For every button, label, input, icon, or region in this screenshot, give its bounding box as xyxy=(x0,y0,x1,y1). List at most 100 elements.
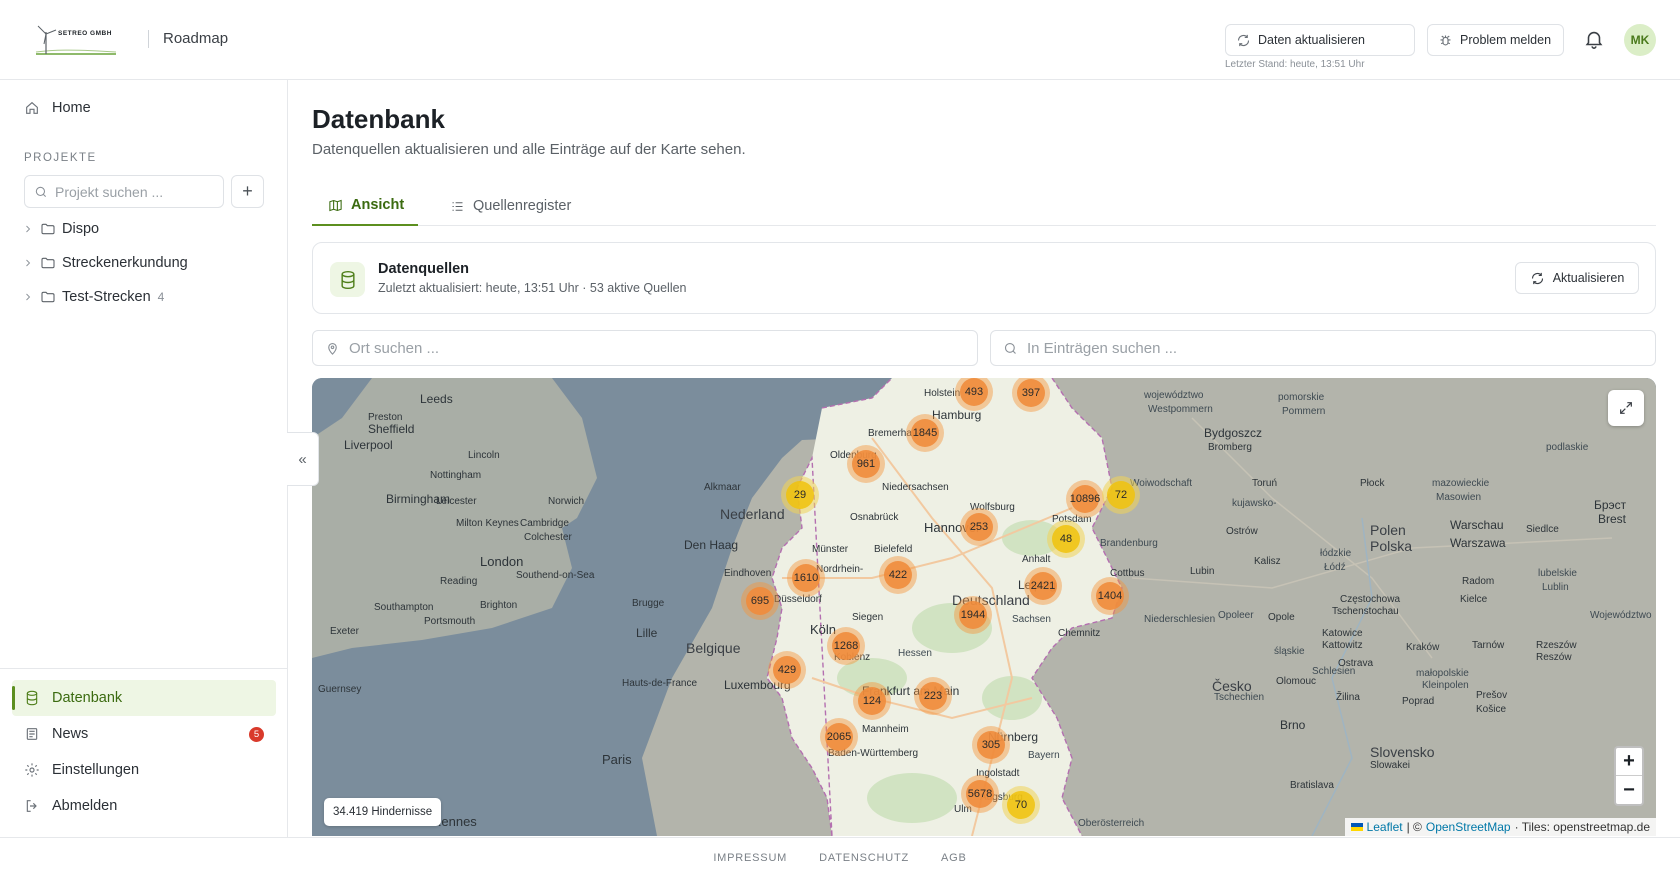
add-project-button[interactable]: + xyxy=(231,175,264,208)
map-cluster-marker[interactable]: 124 xyxy=(853,682,891,720)
collapse-sidebar-button[interactable]: « xyxy=(287,432,319,486)
database-icon xyxy=(330,262,365,297)
project-search-input[interactable]: Projekt suchen ... xyxy=(24,175,224,208)
map-cluster-marker[interactable]: 253 xyxy=(960,508,998,546)
tab-quellenregister[interactable]: Quellenregister xyxy=(438,186,571,226)
map-cluster-marker[interactable]: 1610 xyxy=(787,559,825,597)
map-cluster-marker[interactable]: 70 xyxy=(1002,786,1040,824)
user-avatar[interactable]: MK xyxy=(1624,24,1656,56)
map-cluster-marker[interactable]: 5678 xyxy=(961,775,999,813)
map-icon xyxy=(329,199,342,211)
project-search-placeholder: Projekt suchen ... xyxy=(55,183,164,200)
map-cluster-marker[interactable]: 429 xyxy=(768,651,806,689)
cluster-count: 10896 xyxy=(1070,485,1100,513)
map-cluster-marker[interactable]: 29 xyxy=(781,476,819,514)
cluster-count: 305 xyxy=(977,731,1005,759)
place-label: Hessen xyxy=(898,648,932,659)
news-count-badge: 5 xyxy=(249,727,264,742)
view-tabs: Ansicht Quellenregister xyxy=(312,186,1656,226)
cluster-count: 70 xyxy=(1007,791,1035,819)
sidebar-item-news[interactable]: News 5 xyxy=(12,716,276,752)
cluster-count: 695 xyxy=(746,587,774,615)
obstacle-count-badge: 34.419 Hindernisse xyxy=(324,798,442,826)
place-label: Anhalt xyxy=(1022,554,1051,565)
map-cluster-marker[interactable]: 223 xyxy=(914,677,952,715)
zoom-out-button[interactable]: − xyxy=(1616,776,1642,804)
attribution-separator: | © xyxy=(1406,820,1422,834)
map-view[interactable]: Leeds Sheffield Preston Liverpool Lincol… xyxy=(312,378,1656,836)
map-cluster-marker[interactable]: 422 xyxy=(879,556,917,594)
map-cluster-marker[interactable]: 72 xyxy=(1102,476,1140,514)
map-cluster-marker[interactable]: 1845 xyxy=(906,414,944,452)
agb-link[interactable]: AGB xyxy=(941,852,967,864)
sidebar-item-logout[interactable]: Abmelden xyxy=(12,788,276,824)
place-label: Kielce xyxy=(1460,594,1488,605)
place-label: Tschenstochau xyxy=(1332,606,1399,617)
map-cluster-marker[interactable]: 2421 xyxy=(1024,567,1062,605)
map-cluster-marker[interactable]: 1268 xyxy=(827,627,865,665)
sidebar-item-settings[interactable]: Einstellungen xyxy=(12,752,276,788)
zoom-in-button[interactable]: + xyxy=(1616,748,1642,776)
project-label: Streckenerkundung xyxy=(62,255,188,271)
datenschutz-link[interactable]: DATENSCHUTZ xyxy=(819,852,909,864)
place-label: Brandenburg xyxy=(1100,538,1158,549)
entries-search-input[interactable]: In Einträgen suchen ... xyxy=(990,330,1656,366)
location-search-input[interactable]: Ort suchen ... xyxy=(312,330,978,366)
project-label: Dispo xyxy=(62,221,100,237)
place-label: Bromberg xyxy=(1208,442,1252,453)
search-icon xyxy=(1004,342,1016,354)
map-cluster-marker[interactable]: 961 xyxy=(847,445,885,483)
place-label: Liverpool xyxy=(344,438,393,452)
place-label: Leicester xyxy=(436,496,477,507)
leaflet-link[interactable]: Leaflet xyxy=(1367,820,1403,834)
map-cluster-marker[interactable]: 10896 xyxy=(1066,480,1104,518)
openstreetmap-link[interactable]: OpenStreetMap xyxy=(1426,820,1511,834)
impressum-link[interactable]: IMPRESSUM xyxy=(713,852,787,864)
place-label: Nederland xyxy=(720,506,785,522)
company-logo[interactable]: SETREO GMBH xyxy=(32,22,122,58)
map-cluster-marker[interactable]: 1944 xyxy=(954,596,992,634)
place-label: Hauts-de-France xyxy=(622,678,698,689)
sidebar-item-datenbank[interactable]: Datenbank xyxy=(12,680,276,716)
sidebar-item-home[interactable]: Home xyxy=(12,90,276,126)
place-label: śląskie xyxy=(1274,646,1305,657)
cluster-count: 429 xyxy=(773,656,801,684)
map-cluster-marker[interactable]: 2065 xyxy=(820,718,858,756)
folder-icon xyxy=(41,257,55,269)
place-label: mazowieckie xyxy=(1432,478,1490,489)
place-label: Polen xyxy=(1370,522,1406,538)
map-cluster-marker[interactable]: 1404 xyxy=(1091,577,1129,615)
projects-heading: PROJEKTE xyxy=(24,152,97,164)
map-cluster-marker[interactable]: 48 xyxy=(1047,520,1085,558)
app-name: Roadmap xyxy=(163,30,229,47)
notifications-bell-icon[interactable] xyxy=(1583,28,1605,50)
update-sources-button[interactable]: Aktualisieren xyxy=(1515,262,1639,294)
place-label: Bratislava xyxy=(1290,780,1334,791)
project-folder-streckenerkundung[interactable]: Streckenerkundung xyxy=(22,251,188,275)
home-icon xyxy=(26,101,38,114)
place-label: Poprad xyxy=(1402,696,1435,707)
place-label: Łódź xyxy=(1324,562,1346,573)
place-label: Lille xyxy=(636,626,658,640)
tab-ansicht[interactable]: Ansicht xyxy=(312,186,418,226)
project-folder-dispo[interactable]: Dispo xyxy=(22,217,99,241)
gear-icon xyxy=(25,763,39,777)
place-label: Münster xyxy=(812,544,849,555)
logout-icon xyxy=(26,800,37,812)
place-label: Sachsen xyxy=(1012,614,1051,625)
map-cluster-marker[interactable]: 305 xyxy=(972,726,1010,764)
tab-label: Quellenregister xyxy=(473,198,572,214)
place-label: Katowice xyxy=(1322,628,1363,639)
refresh-data-button[interactable]: Daten aktualisieren xyxy=(1225,24,1415,56)
tiles-credit: · Tiles: openstreetmap.de xyxy=(1514,820,1650,834)
cluster-count: 223 xyxy=(919,682,947,710)
place-label: Paris xyxy=(602,752,632,767)
place-label: Tschechien xyxy=(1214,692,1265,703)
place-label: Warschau xyxy=(1450,518,1504,532)
report-problem-button[interactable]: Problem melden xyxy=(1427,24,1564,56)
project-folder-test-strecken[interactable]: Test-Strecken 4 xyxy=(22,285,164,309)
cluster-count: 493 xyxy=(960,378,988,406)
datasources-title: Datenquellen xyxy=(378,261,470,277)
map-cluster-marker[interactable]: 695 xyxy=(741,582,779,620)
fullscreen-button[interactable] xyxy=(1608,390,1644,426)
